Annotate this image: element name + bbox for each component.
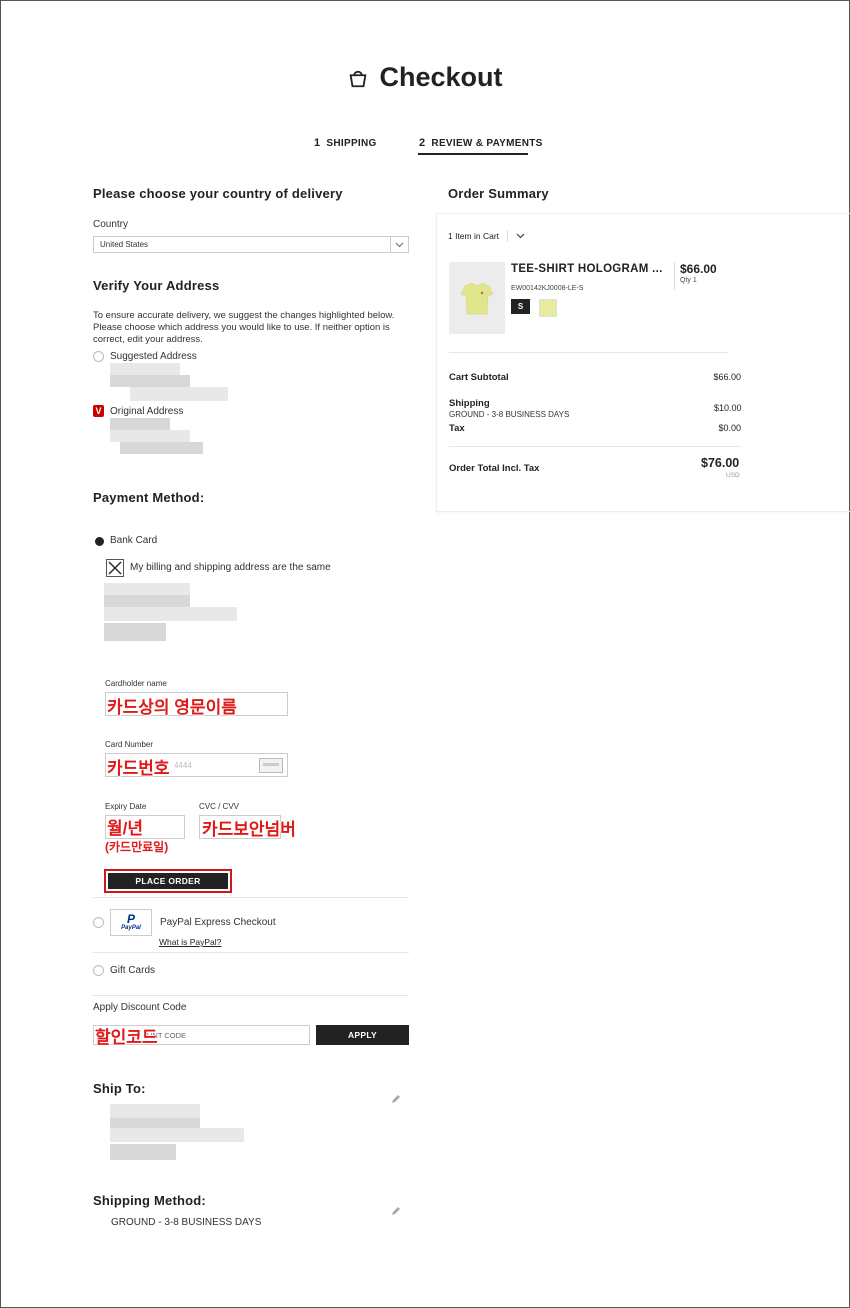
- close-x-icon: [108, 561, 122, 575]
- verify-paragraph: To ensure accurate delivery, we suggest …: [93, 310, 395, 345]
- paypal-logo: P PayPal: [110, 909, 152, 936]
- order-summary-heading: Order Summary: [448, 186, 549, 201]
- divider: [93, 995, 409, 996]
- cardholder-annotation: 카드상의 영문이름: [107, 698, 237, 717]
- original-address-label: Original Address: [110, 406, 184, 417]
- active-step-underline: [418, 153, 528, 155]
- order-total-label: Order Total Incl. Tax: [449, 463, 540, 474]
- items-in-cart-toggle[interactable]: 1 Item in Cart: [448, 230, 525, 242]
- discount-heading: Apply Discount Code: [93, 1002, 187, 1013]
- apply-discount-button[interactable]: APPLY: [316, 1025, 409, 1045]
- divider: [93, 952, 409, 953]
- card-number-label: Card Number: [105, 740, 154, 749]
- items-in-cart-label: 1 Item in Cart: [448, 231, 500, 241]
- verify-heading: Verify Your Address: [93, 278, 220, 293]
- card-number-placeholder: 4444: [174, 761, 192, 770]
- country-select[interactable]: United States: [93, 236, 409, 253]
- selected-v-icon[interactable]: V: [93, 405, 104, 417]
- expiry-label: Expiry Date: [105, 802, 147, 811]
- same-address-checkbox[interactable]: [106, 559, 124, 577]
- pencil-icon: [392, 1095, 400, 1103]
- step-shipping[interactable]: 1 SHIPPING: [314, 137, 377, 149]
- delivery-heading: Please choose your country of delivery: [93, 186, 343, 201]
- tax-label: Tax: [449, 423, 465, 434]
- expiry-annotation-sub: (카드만료일): [105, 840, 169, 854]
- order-total-currency: USD: [726, 472, 740, 479]
- tax-value: $0.00: [718, 423, 741, 433]
- same-address-label: My billing and shipping address are the …: [130, 562, 331, 573]
- chevron-down-icon: [390, 237, 408, 252]
- paypal-p-icon: P: [126, 912, 135, 926]
- credit-card-icon: [259, 758, 283, 773]
- tshirt-icon: [460, 282, 494, 315]
- billing-address-redacted: [104, 583, 238, 643]
- discount-annotation: 할인코드: [95, 1028, 158, 1047]
- size-chip: S: [511, 299, 530, 314]
- what-is-paypal-link[interactable]: What is PayPal?: [159, 937, 221, 947]
- place-order-button[interactable]: PLACE ORDER: [108, 873, 228, 889]
- shipping-method-value: GROUND - 3-8 BUSINESS DAYS: [111, 1217, 262, 1228]
- product-sku: EW00142KJ0008-LE-S: [511, 285, 584, 292]
- paypal-radio[interactable]: [93, 917, 104, 928]
- order-total-value: $76.00: [701, 456, 740, 470]
- divider: [93, 897, 409, 898]
- shipping-value: $10.00: [714, 403, 742, 413]
- tax-row: Tax $0.00: [449, 423, 741, 434]
- shopping-bag-icon: [350, 70, 367, 87]
- payment-heading: Payment Method:: [93, 490, 205, 505]
- shipping-label: Shipping: [449, 398, 490, 409]
- shipping-method-heading: Shipping Method:: [93, 1193, 206, 1208]
- original-address-redacted: [110, 418, 205, 456]
- gift-cards-label: Gift Cards: [110, 965, 156, 976]
- title-text: Checkout: [379, 62, 503, 92]
- pencil-icon: [392, 1207, 400, 1215]
- expiry-annotation: 월/년: [107, 819, 144, 838]
- ship-to-heading: Ship To:: [93, 1081, 146, 1096]
- product-thumbnail: [449, 262, 505, 334]
- ship-to-address-redacted: [110, 1104, 245, 1162]
- gift-cards-radio[interactable]: [93, 965, 104, 976]
- color-swatch: [539, 299, 557, 317]
- suggested-address-radio[interactable]: [93, 351, 104, 362]
- edit-shipping-method-button[interactable]: [391, 1203, 401, 1221]
- divider: [449, 446, 741, 447]
- separator: [674, 262, 675, 290]
- product-qty: Qty 1: [680, 277, 697, 284]
- suggested-address-label: Suggested Address: [110, 351, 197, 362]
- suggested-address-redacted: [110, 363, 228, 403]
- step-review-payments[interactable]: 2 REVIEW & PAYMENTS: [419, 137, 543, 149]
- bank-card-label: Bank Card: [110, 535, 158, 546]
- chevron-down-icon: [516, 233, 525, 239]
- page-title: Checkout: [0, 62, 850, 93]
- cvc-label: CVC / CVV: [199, 802, 240, 811]
- bank-card-radio[interactable]: [95, 537, 104, 546]
- product-price: $66.00: [680, 262, 717, 276]
- country-label: Country: [93, 219, 129, 230]
- summary-shipping-method: GROUND - 3-8 BUSINESS DAYS: [449, 410, 570, 419]
- cvc-annotation: 카드보안넘버: [202, 820, 296, 839]
- separator: [507, 230, 509, 242]
- country-value: United States: [100, 240, 149, 249]
- cardholder-label: Cardholder name: [105, 679, 167, 688]
- product-name: TEE-SHIRT HOLOGRAM ...: [511, 263, 663, 275]
- card-number-annotation: 카드번호: [107, 759, 170, 778]
- edit-ship-to-button[interactable]: [391, 1091, 401, 1109]
- paypal-label: PayPal Express Checkout: [160, 917, 276, 928]
- cart-subtotal-row: Cart Subtotal $66.00: [449, 372, 741, 383]
- divider: [449, 352, 728, 353]
- cart-subtotal-label: Cart Subtotal: [449, 372, 509, 383]
- cart-subtotal-value: $66.00: [713, 372, 741, 382]
